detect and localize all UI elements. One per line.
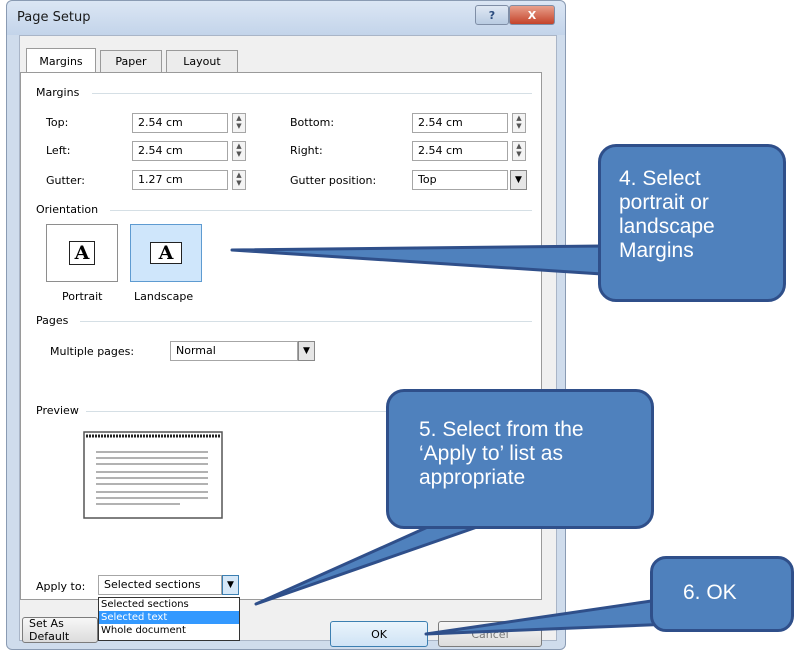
gutter-label: Gutter: (46, 174, 85, 187)
portrait-option[interactable]: A (46, 224, 118, 282)
gutter-position-select[interactable]: Top (412, 170, 508, 190)
callout-ok: 6. OK (650, 556, 794, 632)
apply-to-option-selected-sections[interactable]: Selected sections (99, 598, 239, 611)
left-margin-spinner[interactable]: ▲ ▼ (232, 141, 246, 161)
multiple-pages-label: Multiple pages: (50, 345, 135, 358)
apply-to-label: Apply to: (36, 580, 86, 593)
set-as-default-button[interactable]: Set As Default (22, 617, 98, 643)
right-label: Right: (290, 144, 323, 157)
apply-to-option-whole-document[interactable]: Whole document (99, 624, 239, 637)
gutter-input[interactable]: 1.27 cm (132, 170, 228, 190)
pages-divider (80, 321, 532, 322)
right-margin-input[interactable]: 2.54 cm (412, 141, 508, 161)
top-margin-input[interactable]: 2.54 cm (132, 113, 228, 133)
margins-group-label: Margins (36, 86, 80, 99)
apply-to-listbox[interactable]: Selected sections Selected text Whole do… (98, 597, 240, 641)
callout-orientation-text: 4. Select portrait or landscape Margins (619, 167, 715, 262)
landscape-label: Landscape (134, 290, 194, 303)
gutter-spinner[interactable]: ▲ ▼ (232, 170, 246, 190)
help-button[interactable]: ? (475, 5, 509, 25)
bottom-margin-input[interactable]: 2.54 cm (412, 113, 508, 133)
bottom-margin-spinner[interactable]: ▲ ▼ (512, 113, 526, 133)
right-margin-spinner[interactable]: ▲ ▼ (512, 141, 526, 161)
title-bar[interactable]: Page Setup ? X (7, 1, 565, 35)
top-label: Top: (46, 116, 69, 129)
callout-apply-to-text: 5. Select from the ‘Apply to’ list as ap… (419, 418, 584, 489)
left-margin-input[interactable]: 2.54 cm (132, 141, 228, 161)
gutter-position-dropdown-icon[interactable]: ▼ (510, 170, 527, 190)
left-label: Left: (46, 144, 71, 157)
gutter-position-label: Gutter position: (290, 174, 377, 187)
apply-to-option-selected-text[interactable]: Selected text (99, 611, 239, 624)
callout-orientation: 4. Select portrait or landscape Margins (598, 144, 786, 302)
orientation-group-label: Orientation (36, 203, 99, 216)
top-margin-spinner[interactable]: ▲ ▼ (232, 113, 246, 133)
callout-apply-to: 5. Select from the ‘Apply to’ list as ap… (386, 389, 654, 529)
ok-button[interactable]: OK (330, 621, 428, 647)
apply-to-dropdown-icon[interactable]: ▼ (222, 575, 239, 595)
portrait-page-icon: A (69, 241, 95, 265)
close-button[interactable]: X (509, 5, 555, 25)
margins-divider (92, 93, 532, 94)
callout-ok-text: 6. OK (683, 581, 737, 604)
apply-to-select[interactable]: Selected sections (98, 575, 222, 595)
multiple-pages-dropdown-icon[interactable]: ▼ (298, 341, 315, 361)
landscape-option[interactable]: A (130, 224, 202, 282)
tab-margins[interactable]: Margins (26, 48, 96, 73)
portrait-label: Portrait (62, 290, 103, 303)
bottom-label: Bottom: (290, 116, 335, 129)
pages-group-label: Pages (36, 314, 69, 327)
dialog-title: Page Setup (17, 10, 91, 25)
landscape-page-icon: A (150, 242, 182, 264)
tab-paper[interactable]: Paper (100, 50, 162, 72)
cancel-button[interactable]: Cancel (438, 621, 542, 647)
preview-group-label: Preview (36, 404, 79, 417)
tab-layout[interactable]: Layout (166, 50, 238, 72)
orientation-divider (110, 210, 532, 211)
multiple-pages-select[interactable]: Normal (170, 341, 298, 361)
